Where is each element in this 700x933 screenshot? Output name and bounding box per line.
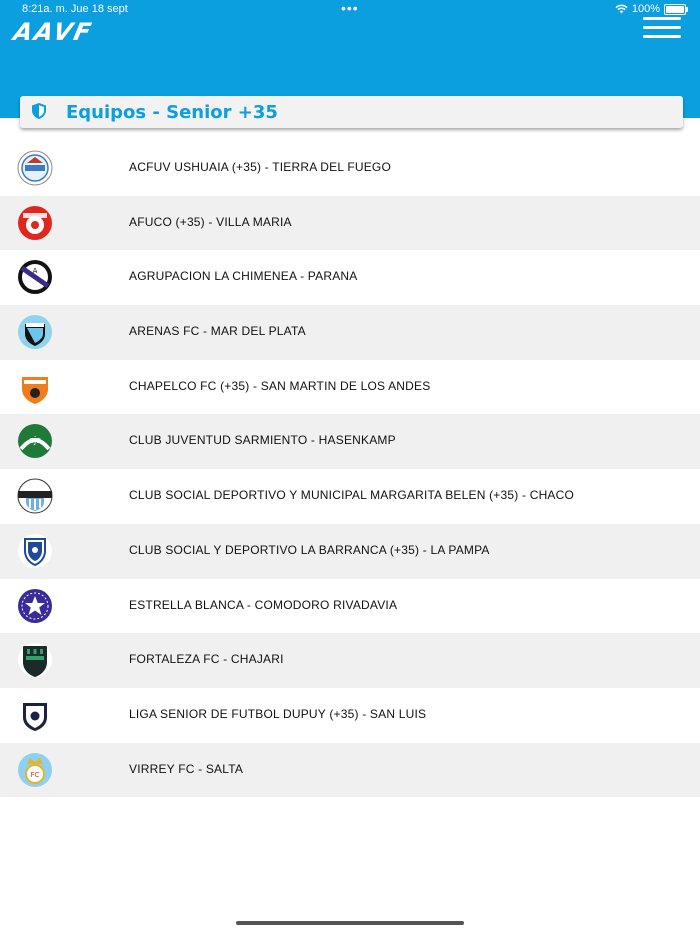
team-row[interactable]: A AGRUPACION LA CHIMENEA - PARANA — [0, 250, 700, 305]
team-name: CLUB SOCIAL Y DEPORTIVO LA BARRANCA (+35… — [129, 542, 490, 557]
virrey-logo: FC — [17, 752, 53, 788]
team-row[interactable]: cjs CLUB JUVENTUD SARMIENTO - HASENKAMP — [0, 414, 700, 470]
team-row[interactable]: ESTRELLA BLANCA - COMODORO RIVADAVIA — [0, 579, 700, 634]
team-row[interactable]: FC VIRREY FC - SALTA — [0, 742, 700, 798]
team-name: CHAPELCO FC (+35) - SAN MARTIN DE LOS AN… — [129, 378, 431, 393]
status-time: 8:21a. m. Jue 18 sept — [22, 3, 128, 15]
chapelco-logo — [17, 369, 53, 405]
team-name: FORTALEZA FC - CHAJARI — [129, 652, 284, 667]
battery-percent: 100% — [631, 3, 660, 15]
team-name: VIRREY FC - SALTA — [129, 761, 244, 776]
chimenea-logo: A — [17, 259, 53, 295]
team-name: ACFUV USHUAIA (+35) - TIERRA DEL FUEGO — [129, 160, 391, 174]
team-row[interactable]: ACFUV USHUAIA (+35) - TIERRA DEL FUEGO — [0, 141, 700, 196]
team-name: AGRUPACION LA CHIMENEA - PARANA — [129, 269, 358, 284]
csdmmb-logo — [17, 478, 53, 514]
page-title: Equipos - Senior +35 — [66, 102, 278, 123]
team-name: AFUCO (+35) - VILLA MARIA — [129, 214, 292, 229]
svg-text:cjs: cjs — [29, 436, 41, 446]
team-row[interactable]: FORTALEZA FC - CHAJARI — [0, 633, 700, 688]
team-name: ESTRELLA BLANCA - COMODORO RIVADAVIA — [129, 597, 398, 612]
team-row[interactable]: CHAPELCO FC (+35) - SAN MARTIN DE LOS AN… — [0, 360, 700, 415]
acfuv-logo — [17, 150, 53, 186]
fortaleza-logo — [17, 642, 53, 678]
wifi-icon — [615, 4, 628, 14]
dupuy-logo — [17, 697, 53, 733]
estrella-blanca-logo — [17, 588, 53, 624]
team-row[interactable]: AFUCO (+35) - VILLA MARIA — [0, 195, 700, 251]
home-indicator[interactable] — [236, 921, 464, 925]
la-barranca-logo — [17, 533, 53, 569]
arenas-logo — [17, 314, 53, 350]
team-name: ARENAS FC - MAR DEL PLATA — [129, 324, 306, 339]
title-card: Equipos - Senior +35 — [20, 96, 683, 128]
svg-text:FC: FC — [31, 771, 40, 779]
status-bar: 8:21a. m. Jue 18 sept ••• 100% — [0, 0, 700, 18]
team-row[interactable]: CLUB SOCIAL DEPORTIVO Y MUNICIPAL MARGAR… — [0, 469, 700, 524]
juventud-sarmiento-logo: cjs — [17, 423, 53, 459]
team-row[interactable]: LIGA SENIOR DE FUTBOL DUPUY (+35) - SAN … — [0, 688, 700, 743]
team-row[interactable]: CLUB SOCIAL Y DEPORTIVO LA BARRANCA (+35… — [0, 523, 700, 579]
status-right: 100% — [615, 3, 688, 15]
shield-icon — [32, 103, 46, 119]
team-row[interactable]: ARENAS FC - MAR DEL PLATA — [0, 305, 700, 360]
afuco-logo — [17, 205, 53, 241]
battery-icon — [664, 3, 688, 15]
team-name: LIGA SENIOR DE FUTBOL DUPUY (+35) - SAN … — [129, 706, 427, 721]
team-name: CLUB JUVENTUD SARMIENTO - HASENKAMP — [129, 433, 396, 448]
hamburger-menu-icon[interactable] — [643, 17, 681, 39]
svg-text:A: A — [33, 267, 38, 275]
team-name: CLUB SOCIAL DEPORTIVO Y MUNICIPAL MARGAR… — [129, 488, 575, 503]
aavf-logo[interactable]: AAVF — [11, 18, 95, 46]
team-list: ACFUV USHUAIA (+35) - TIERRA DEL FUEGO A… — [0, 141, 700, 798]
multitasking-dots[interactable]: ••• — [341, 0, 359, 16]
